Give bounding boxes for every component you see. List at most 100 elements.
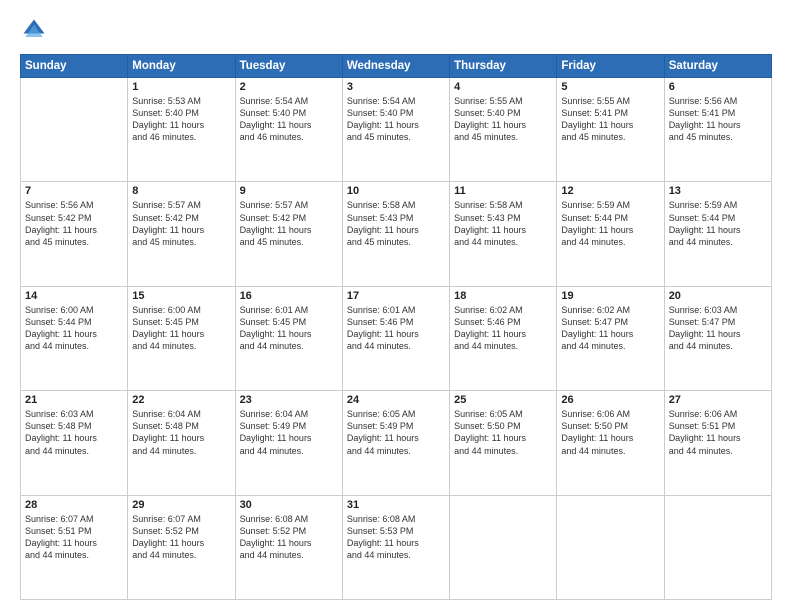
cell-content: Sunrise: 6:08 AM Sunset: 5:53 PM Dayligh… bbox=[347, 513, 445, 562]
calendar-cell: 26 Sunrise: 6:06 AM Sunset: 5:50 PM Dayli… bbox=[557, 391, 664, 495]
calendar-week-row: 14 Sunrise: 6:00 AM Sunset: 5:44 PM Dayli… bbox=[21, 286, 772, 390]
cell-content: Sunrise: 5:55 AM Sunset: 5:41 PM Dayligh… bbox=[561, 95, 659, 144]
calendar-cell: 31 Sunrise: 6:08 AM Sunset: 5:53 PM Dayli… bbox=[342, 495, 449, 599]
cell-content: Sunrise: 5:58 AM Sunset: 5:43 PM Dayligh… bbox=[347, 199, 445, 248]
cell-content: Sunrise: 6:06 AM Sunset: 5:50 PM Dayligh… bbox=[561, 408, 659, 457]
calendar-week-row: 7 Sunrise: 5:56 AM Sunset: 5:42 PM Daylig… bbox=[21, 182, 772, 286]
day-number: 11 bbox=[454, 185, 552, 197]
calendar-cell: 27 Sunrise: 6:06 AM Sunset: 5:51 PM Dayli… bbox=[664, 391, 771, 495]
calendar-cell: 11 Sunrise: 5:58 AM Sunset: 5:43 PM Dayli… bbox=[450, 182, 557, 286]
day-number: 21 bbox=[25, 394, 123, 406]
cell-content: Sunrise: 6:06 AM Sunset: 5:51 PM Dayligh… bbox=[669, 408, 767, 457]
calendar-cell: 18 Sunrise: 6:02 AM Sunset: 5:46 PM Dayli… bbox=[450, 286, 557, 390]
day-number: 13 bbox=[669, 185, 767, 197]
day-number: 7 bbox=[25, 185, 123, 197]
calendar-cell: 3 Sunrise: 5:54 AM Sunset: 5:40 PM Daylig… bbox=[342, 78, 449, 182]
calendar-cell: 21 Sunrise: 6:03 AM Sunset: 5:48 PM Dayli… bbox=[21, 391, 128, 495]
header bbox=[20, 16, 772, 44]
day-number: 19 bbox=[561, 290, 659, 302]
day-number: 6 bbox=[669, 81, 767, 93]
day-number: 16 bbox=[240, 290, 338, 302]
cell-content: Sunrise: 5:57 AM Sunset: 5:42 PM Dayligh… bbox=[240, 199, 338, 248]
calendar-cell: 16 Sunrise: 6:01 AM Sunset: 5:45 PM Dayli… bbox=[235, 286, 342, 390]
cell-content: Sunrise: 5:55 AM Sunset: 5:40 PM Dayligh… bbox=[454, 95, 552, 144]
cell-content: Sunrise: 5:57 AM Sunset: 5:42 PM Dayligh… bbox=[132, 199, 230, 248]
calendar-cell: 28Sunrise: 6:07 AM Sunset: 5:51 PM Dayli… bbox=[21, 495, 128, 599]
cell-content: Sunrise: 6:03 AM Sunset: 5:48 PM Dayligh… bbox=[25, 408, 123, 457]
calendar-cell bbox=[21, 78, 128, 182]
cell-content: Sunrise: 6:08 AM Sunset: 5:52 PM Dayligh… bbox=[240, 513, 338, 562]
day-header: Friday bbox=[557, 55, 664, 78]
day-number: 4 bbox=[454, 81, 552, 93]
calendar-cell bbox=[664, 495, 771, 599]
calendar-cell: 25 Sunrise: 6:05 AM Sunset: 5:50 PM Dayli… bbox=[450, 391, 557, 495]
cell-content: Sunrise: 6:02 AM Sunset: 5:46 PM Dayligh… bbox=[454, 304, 552, 353]
calendar-cell: 17Sunrise: 6:01 AM Sunset: 5:46 PM Dayli… bbox=[342, 286, 449, 390]
day-number: 18 bbox=[454, 290, 552, 302]
calendar-cell bbox=[450, 495, 557, 599]
calendar-cell: 29 Sunrise: 6:07 AM Sunset: 5:52 PM Dayli… bbox=[128, 495, 235, 599]
day-number: 22 bbox=[132, 394, 230, 406]
cell-content: Sunrise: 6:02 AM Sunset: 5:47 PM Dayligh… bbox=[561, 304, 659, 353]
calendar-cell: 5Sunrise: 5:55 AM Sunset: 5:41 PM Daylig… bbox=[557, 78, 664, 182]
calendar-cell: 10 Sunrise: 5:58 AM Sunset: 5:43 PM Dayli… bbox=[342, 182, 449, 286]
cell-content: Sunrise: 5:54 AM Sunset: 5:40 PM Dayligh… bbox=[347, 95, 445, 144]
calendar-cell: 6 Sunrise: 5:56 AM Sunset: 5:41 PM Daylig… bbox=[664, 78, 771, 182]
cell-content: Sunrise: 5:58 AM Sunset: 5:43 PM Dayligh… bbox=[454, 199, 552, 248]
day-number: 9 bbox=[240, 185, 338, 197]
day-number: 25 bbox=[454, 394, 552, 406]
cell-content: Sunrise: 6:03 AM Sunset: 5:47 PM Dayligh… bbox=[669, 304, 767, 353]
cell-content: Sunrise: 6:00 AM Sunset: 5:44 PM Dayligh… bbox=[25, 304, 123, 353]
day-number: 3 bbox=[347, 81, 445, 93]
cell-content: Sunrise: 6:05 AM Sunset: 5:49 PM Dayligh… bbox=[347, 408, 445, 457]
calendar-cell: 13 Sunrise: 5:59 AM Sunset: 5:44 PM Dayli… bbox=[664, 182, 771, 286]
day-number: 14 bbox=[25, 290, 123, 302]
day-number: 10 bbox=[347, 185, 445, 197]
cell-content: Sunrise: 5:56 AM Sunset: 5:42 PM Dayligh… bbox=[25, 199, 123, 248]
calendar-cell: 15Sunrise: 6:00 AM Sunset: 5:45 PM Dayli… bbox=[128, 286, 235, 390]
cell-content: Sunrise: 5:56 AM Sunset: 5:41 PM Dayligh… bbox=[669, 95, 767, 144]
day-number: 26 bbox=[561, 394, 659, 406]
day-number: 29 bbox=[132, 499, 230, 511]
page: SundayMondayTuesdayWednesdayThursdayFrid… bbox=[0, 0, 792, 612]
calendar-cell: 12Sunrise: 5:59 AM Sunset: 5:44 PM Dayli… bbox=[557, 182, 664, 286]
calendar-cell: 19 Sunrise: 6:02 AM Sunset: 5:47 PM Dayli… bbox=[557, 286, 664, 390]
calendar-cell: 1 Sunrise: 5:53 AM Sunset: 5:40 PM Daylig… bbox=[128, 78, 235, 182]
calendar-cell: 24 Sunrise: 6:05 AM Sunset: 5:49 PM Dayli… bbox=[342, 391, 449, 495]
calendar-header-row: SundayMondayTuesdayWednesdayThursdayFrid… bbox=[21, 55, 772, 78]
day-header: Monday bbox=[128, 55, 235, 78]
day-number: 30 bbox=[240, 499, 338, 511]
logo bbox=[20, 16, 52, 44]
calendar-cell: 20Sunrise: 6:03 AM Sunset: 5:47 PM Dayli… bbox=[664, 286, 771, 390]
day-number: 8 bbox=[132, 185, 230, 197]
day-number: 27 bbox=[669, 394, 767, 406]
cell-content: Sunrise: 6:05 AM Sunset: 5:50 PM Dayligh… bbox=[454, 408, 552, 457]
cell-content: Sunrise: 6:01 AM Sunset: 5:45 PM Dayligh… bbox=[240, 304, 338, 353]
calendar-week-row: 28Sunrise: 6:07 AM Sunset: 5:51 PM Dayli… bbox=[21, 495, 772, 599]
day-number: 24 bbox=[347, 394, 445, 406]
calendar-week-row: 21 Sunrise: 6:03 AM Sunset: 5:48 PM Dayli… bbox=[21, 391, 772, 495]
cell-content: Sunrise: 5:54 AM Sunset: 5:40 PM Dayligh… bbox=[240, 95, 338, 144]
day-number: 1 bbox=[132, 81, 230, 93]
cell-content: Sunrise: 5:59 AM Sunset: 5:44 PM Dayligh… bbox=[669, 199, 767, 248]
calendar-week-row: 1 Sunrise: 5:53 AM Sunset: 5:40 PM Daylig… bbox=[21, 78, 772, 182]
day-header: Tuesday bbox=[235, 55, 342, 78]
day-number: 31 bbox=[347, 499, 445, 511]
cell-content: Sunrise: 5:59 AM Sunset: 5:44 PM Dayligh… bbox=[561, 199, 659, 248]
day-header: Saturday bbox=[664, 55, 771, 78]
calendar-cell: 4 Sunrise: 5:55 AM Sunset: 5:40 PM Daylig… bbox=[450, 78, 557, 182]
calendar-cell: 23Sunrise: 6:04 AM Sunset: 5:49 PM Dayli… bbox=[235, 391, 342, 495]
cell-content: Sunrise: 6:04 AM Sunset: 5:48 PM Dayligh… bbox=[132, 408, 230, 457]
calendar-cell: 14 Sunrise: 6:00 AM Sunset: 5:44 PM Dayli… bbox=[21, 286, 128, 390]
cell-content: Sunrise: 6:04 AM Sunset: 5:49 PM Dayligh… bbox=[240, 408, 338, 457]
cell-content: Sunrise: 6:07 AM Sunset: 5:51 PM Dayligh… bbox=[25, 513, 123, 562]
calendar-cell: 22 Sunrise: 6:04 AM Sunset: 5:48 PM Dayli… bbox=[128, 391, 235, 495]
cell-content: Sunrise: 5:53 AM Sunset: 5:40 PM Dayligh… bbox=[132, 95, 230, 144]
cell-content: Sunrise: 6:07 AM Sunset: 5:52 PM Dayligh… bbox=[132, 513, 230, 562]
calendar-cell: 7 Sunrise: 5:56 AM Sunset: 5:42 PM Daylig… bbox=[21, 182, 128, 286]
day-number: 2 bbox=[240, 81, 338, 93]
calendar-cell: 8 Sunrise: 5:57 AM Sunset: 5:42 PM Daylig… bbox=[128, 182, 235, 286]
calendar-table: SundayMondayTuesdayWednesdayThursdayFrid… bbox=[20, 54, 772, 600]
day-header: Thursday bbox=[450, 55, 557, 78]
logo-icon bbox=[20, 16, 48, 44]
